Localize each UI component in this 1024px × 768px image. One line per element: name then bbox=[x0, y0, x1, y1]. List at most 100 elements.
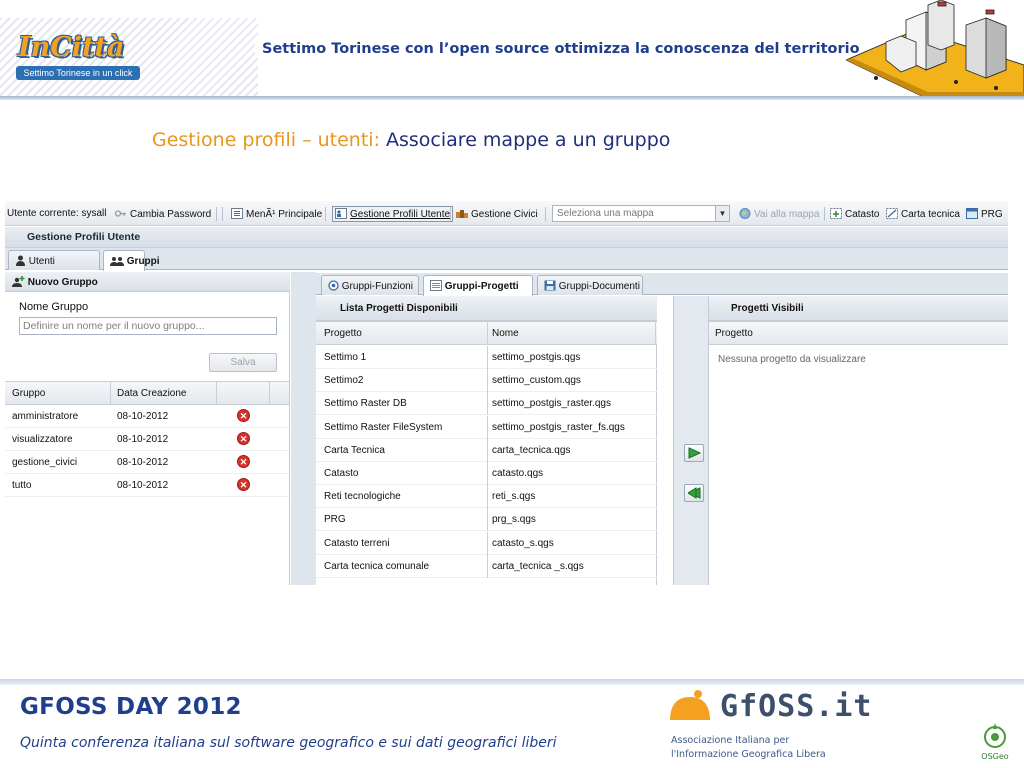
delete-icon[interactable]: ✕ bbox=[237, 432, 250, 445]
main-menu-label: MenÃ¹ Principale bbox=[246, 209, 323, 220]
table-row[interactable]: tutto 08-10-2012 ✕ bbox=[5, 474, 289, 497]
table-row[interactable]: gestione_civici 08-10-2012 ✕ bbox=[5, 451, 289, 474]
catasto-button[interactable]: Catasto bbox=[830, 208, 879, 220]
table-row[interactable]: Settimo Raster FileSystem settimo_postgis… bbox=[316, 415, 657, 439]
main-menu-button[interactable]: MenÃ¹ Principale bbox=[231, 208, 322, 220]
new-group-panel: Nuovo Gruppo Nome Gruppo Definire un nom… bbox=[5, 272, 290, 585]
change-password-label: Cambia Password bbox=[130, 209, 212, 220]
project-name-cell: PRG bbox=[324, 514, 346, 526]
main-tabstrip: Utenti Gruppi bbox=[5, 248, 1008, 271]
civic-management-button[interactable]: Gestione Civici bbox=[456, 208, 538, 220]
new-group-header: Nuovo Gruppo bbox=[5, 272, 290, 292]
subtitle-action: Associare mappe a un gruppo bbox=[386, 129, 671, 151]
change-password-button[interactable]: Cambia Password bbox=[115, 208, 211, 220]
gfoss-wordmark: GfOSS.it bbox=[720, 689, 873, 724]
toolbar-separator bbox=[824, 207, 825, 221]
carta-tecnica-button[interactable]: Carta tecnica bbox=[886, 208, 960, 220]
goto-map-button[interactable]: Vai alla mappa bbox=[739, 208, 819, 220]
visible-grid-header: Progetto bbox=[709, 321, 1008, 345]
goto-map-label: Vai alla mappa bbox=[754, 209, 820, 220]
menu-list-icon bbox=[231, 208, 243, 219]
column-divider bbox=[487, 392, 488, 416]
incitta-logo: InCittà Settimo Torinese in un click bbox=[12, 20, 142, 84]
column-divider bbox=[110, 382, 111, 404]
table-row[interactable]: Settimo Raster DB settimo_postgis_raster.… bbox=[316, 392, 657, 416]
toolbar-separator bbox=[545, 207, 546, 221]
groups-grid-header: Gruppo Data Creazione bbox=[5, 381, 289, 405]
transfer-buttons-column bbox=[673, 296, 709, 585]
group-name-cell: visualizzatore bbox=[12, 434, 73, 445]
technical-map-icon bbox=[886, 208, 898, 219]
panel-splitter[interactable] bbox=[291, 272, 316, 585]
delete-icon[interactable]: ✕ bbox=[237, 455, 250, 468]
column-header-progetto[interactable]: Progetto bbox=[715, 328, 753, 339]
remove-project-button[interactable] bbox=[684, 484, 704, 502]
column-divider bbox=[487, 485, 488, 509]
table-row[interactable]: amministratore 08-10-2012 ✕ bbox=[5, 405, 289, 428]
project-file-cell: settimo_postgis_raster_fs.qgs bbox=[492, 421, 625, 433]
header-divider bbox=[0, 96, 1024, 100]
column-divider bbox=[487, 554, 488, 578]
column-header-gruppo[interactable]: Gruppo bbox=[12, 388, 45, 399]
toolbar-separator bbox=[216, 207, 217, 221]
add-project-button[interactable] bbox=[684, 444, 704, 462]
table-row[interactable]: PRG prg_s.qgs bbox=[316, 508, 657, 532]
chevron-down-icon[interactable]: ▼ bbox=[715, 206, 729, 221]
table-row[interactable]: Settimo2 settimo_custom.qgs bbox=[316, 369, 657, 393]
city-buildings-illustration bbox=[846, 0, 1024, 98]
save-button[interactable]: Salva bbox=[209, 353, 277, 372]
project-name-cell: Reti tecnologiche bbox=[324, 491, 401, 503]
available-projects-title: Lista Progetti Disponibili bbox=[316, 296, 657, 321]
visible-projects-title: Progetti Visibili bbox=[709, 296, 1008, 321]
column-divider bbox=[487, 508, 488, 532]
arrow-right-icon bbox=[688, 447, 701, 459]
delete-icon[interactable]: ✕ bbox=[237, 409, 250, 422]
gfoss-desc-line2: l'Informazione Geografica Libera bbox=[671, 749, 826, 760]
project-file-cell: catasto_s.qgs bbox=[492, 537, 554, 549]
group-name-label: Nome Gruppo bbox=[19, 301, 89, 313]
table-row[interactable]: Catasto catasto.qgs bbox=[316, 462, 657, 485]
group-date-cell: 08-10-2012 bbox=[117, 434, 169, 445]
column-header-nome[interactable]: Nome bbox=[492, 328, 519, 339]
column-divider bbox=[487, 346, 488, 369]
floppy-disk-icon bbox=[544, 280, 556, 291]
tab-gruppi-funzioni[interactable]: Gruppi-Funzioni bbox=[321, 275, 419, 295]
gfoss-sun-icon bbox=[668, 690, 712, 723]
table-row[interactable]: Reti tecnologiche reti_s.qgs bbox=[316, 485, 657, 509]
table-row[interactable]: Settimo 1 settimo_postgis.qgs bbox=[316, 346, 657, 369]
tab-gruppi-label: Gruppi bbox=[126, 256, 160, 267]
project-name-cell: Catasto bbox=[324, 468, 359, 479]
column-divider bbox=[269, 382, 270, 404]
group-date-cell: 08-10-2012 bbox=[117, 411, 169, 422]
group-name-input[interactable]: Definire un nome per il nuovo gruppo... bbox=[19, 317, 277, 335]
tab-gruppi[interactable]: Gruppi bbox=[103, 250, 160, 271]
tab-gruppi-progetti-label: Gruppi-Progetti bbox=[444, 281, 519, 292]
map-select-dropdown[interactable]: Seleziona una mappa ▼ bbox=[552, 205, 730, 222]
table-row[interactable]: Carta Tecnica carta_tecnica.qgs bbox=[316, 438, 657, 462]
tab-gruppi-progetti[interactable]: Gruppi-Progetti bbox=[423, 275, 533, 296]
carta-tecnica-label: Carta tecnica bbox=[901, 209, 960, 220]
footer-subtitle: Quinta conferenza italiana sul software … bbox=[20, 735, 557, 751]
user-icon bbox=[16, 255, 25, 266]
tab-gruppi-documenti[interactable]: Gruppi-Documenti bbox=[537, 275, 643, 295]
profile-management-button[interactable]: Gestione Profili Utente bbox=[332, 206, 454, 222]
visible-projects-panel: Progetti Visibili Progetto Nessuna proge… bbox=[709, 296, 1008, 585]
column-header-progetto[interactable]: Progetto bbox=[324, 328, 362, 339]
map-select-placeholder: Seleziona una mappa bbox=[557, 208, 654, 219]
column-divider bbox=[487, 369, 488, 393]
group-icon bbox=[110, 257, 124, 266]
available-projects-panel: Lista Progetti Disponibili Progetto Nome… bbox=[316, 296, 657, 585]
slide-header: InCittà Settimo Torinese in un click Set… bbox=[0, 0, 1024, 100]
column-header-data-creazione[interactable]: Data Creazione bbox=[117, 388, 186, 399]
table-row[interactable]: Catasto terreni catasto_s.qgs bbox=[316, 531, 657, 555]
projects-grid-header: Progetto Nome bbox=[316, 321, 657, 345]
subtitle-topic: Gestione profili – utenti: bbox=[152, 129, 387, 151]
table-row[interactable]: visualizzatore 08-10-2012 ✕ bbox=[5, 428, 289, 451]
delete-icon[interactable]: ✕ bbox=[237, 478, 250, 491]
table-row[interactable]: Carta tecnica comunale carta_tecnica _s.q… bbox=[316, 554, 657, 578]
prg-button[interactable]: PRG bbox=[966, 208, 1003, 220]
current-user-label: Utente corrente: sysall bbox=[7, 208, 107, 219]
prg-map-icon bbox=[966, 208, 978, 219]
tab-utenti[interactable]: Utenti bbox=[8, 250, 100, 270]
project-file-cell: prg_s.qgs bbox=[492, 514, 536, 526]
